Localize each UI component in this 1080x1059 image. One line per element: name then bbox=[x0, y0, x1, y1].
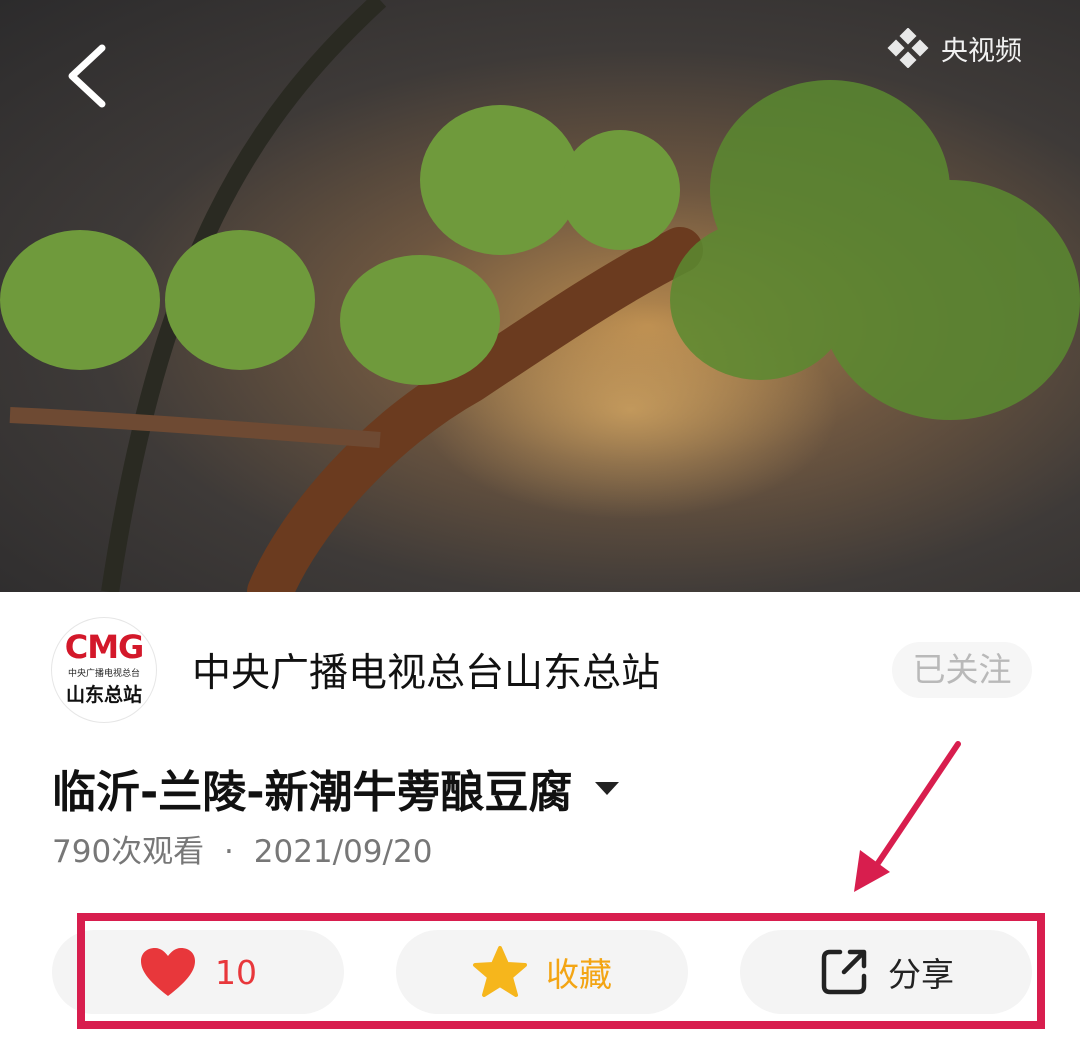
avatar-sub-text: 中央广播电视总台 bbox=[67, 669, 140, 679]
channel-name[interactable]: 中央广播电视总台山东总站 bbox=[192, 642, 660, 698]
channel-row: CMG 中央广播电视总台 山东总站 中央广播电视总台山东总站 已关注 bbox=[52, 618, 1032, 722]
heart-icon bbox=[141, 948, 195, 996]
favorite-button[interactable]: 收藏 bbox=[396, 930, 688, 1014]
back-button[interactable] bbox=[58, 40, 118, 110]
chevron-left-icon bbox=[68, 44, 106, 108]
meta-separator: · bbox=[224, 834, 234, 870]
video-player[interactable]: 央视频 bbox=[0, 0, 1080, 592]
like-button[interactable]: 10 bbox=[52, 930, 344, 1014]
view-count: 790次观看 bbox=[52, 834, 205, 870]
bonsai-video-frame bbox=[0, 0, 1080, 592]
avatar-logo-text: CMG bbox=[64, 628, 145, 666]
video-watermark: 央视频 bbox=[885, 28, 1022, 68]
watermark-text: 央视频 bbox=[941, 35, 1022, 67]
avatar-region-text: 山东总站 bbox=[65, 684, 142, 706]
star-icon bbox=[473, 946, 527, 997]
video-meta: 790次观看 · 2021/09/20 bbox=[52, 826, 432, 871]
follow-button[interactable]: 已关注 bbox=[892, 642, 1032, 698]
yangshipin-logo-icon bbox=[887, 28, 929, 68]
share-icon bbox=[821, 949, 867, 995]
share-label: 分享 bbox=[888, 955, 954, 994]
favorite-label: 收藏 bbox=[546, 955, 612, 994]
share-button[interactable]: 分享 bbox=[740, 930, 1032, 1014]
video-title: 临沂-兰陵-新潮牛蒡酿豆腐 bbox=[52, 767, 573, 818]
publish-date: 2021/09/20 bbox=[253, 834, 433, 870]
annotation-arrow bbox=[854, 741, 961, 892]
like-count: 10 bbox=[215, 952, 257, 992]
expand-caret-icon[interactable] bbox=[594, 781, 619, 795]
channel-avatar[interactable]: CMG 中央广播电视总台 山东总站 bbox=[52, 618, 156, 722]
action-bar: 10 收藏 分享 bbox=[52, 930, 1032, 1014]
video-title-row: 临沂-兰陵-新潮牛蒡酿豆腐 bbox=[52, 756, 619, 820]
